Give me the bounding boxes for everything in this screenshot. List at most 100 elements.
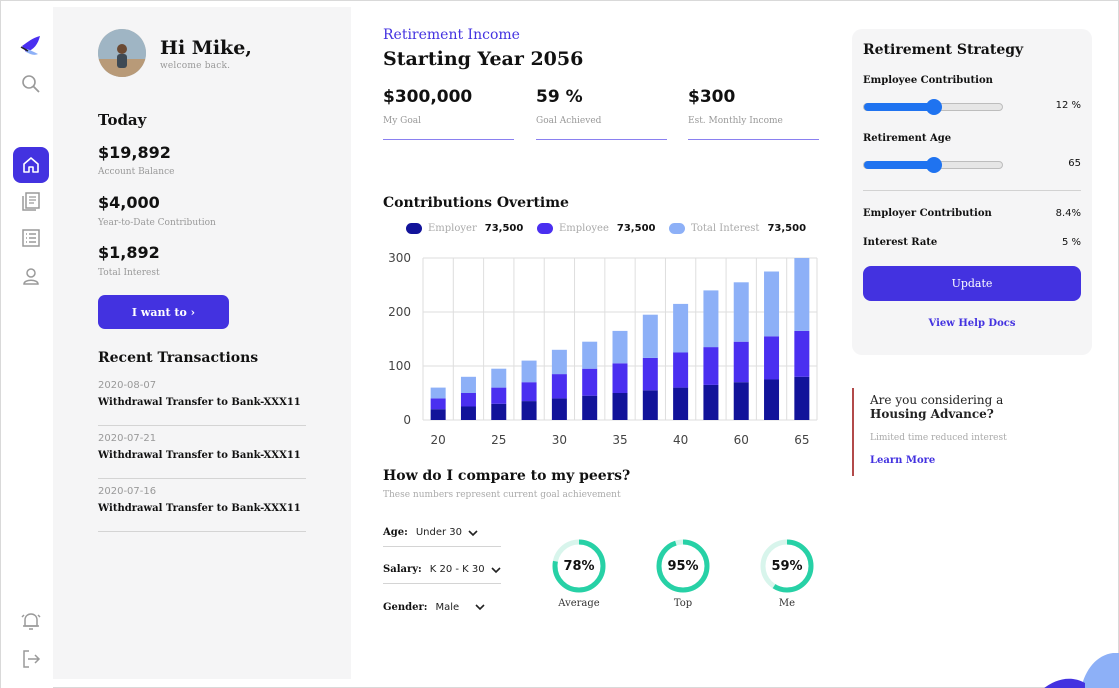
- legend-name: Employer: [428, 223, 477, 234]
- legend-name: Employee: [559, 223, 609, 234]
- gender-filter[interactable]: Gender: Male: [383, 593, 501, 621]
- peer-ring-average: 78%: [551, 538, 607, 594]
- bar-segment-employee[interactable]: [794, 330, 810, 377]
- bar-segment-employer[interactable]: [642, 390, 658, 420]
- bar-segment-employer[interactable]: [460, 406, 476, 421]
- salary-filter-value: K 20 - K 30: [429, 564, 485, 575]
- y-tick-label: 200: [388, 305, 411, 319]
- bar-segment-employee[interactable]: [582, 368, 598, 396]
- bar-segment-total-interest[interactable]: [521, 360, 537, 383]
- employee-contribution-slider[interactable]: [863, 99, 1003, 115]
- slider-handle[interactable]: [926, 157, 942, 173]
- bar-segment-employee[interactable]: [612, 363, 628, 393]
- bar-segment-total-interest[interactable]: [642, 314, 658, 358]
- notification-bell-icon[interactable]: [13, 603, 49, 639]
- learn-more-link[interactable]: Learn More: [870, 455, 935, 466]
- employee-contribution-label: Employee Contribution: [863, 75, 993, 86]
- salary-filter[interactable]: Salary: K 20 - K 30: [383, 556, 501, 584]
- account-balance-value: $19,892: [98, 143, 171, 162]
- bar-segment-employee[interactable]: [491, 387, 507, 404]
- transaction-item[interactable]: 2020-08-07 Withdrawal Transfer to Bank-X…: [98, 380, 306, 426]
- bar-segment-employer[interactable]: [521, 401, 537, 420]
- bar-segment-employee[interactable]: [733, 341, 749, 383]
- goal-metric: $300,000 My Goal: [383, 87, 514, 140]
- transaction-item[interactable]: 2020-07-16 Withdrawal Transfer to Bank-X…: [98, 486, 306, 532]
- goal-label: My Goal: [383, 116, 422, 126]
- bar-segment-total-interest[interactable]: [491, 368, 507, 388]
- logout-icon[interactable]: [13, 641, 49, 677]
- legend-item-employee: Employee 73,500: [537, 223, 655, 234]
- bar-segment-total-interest[interactable]: [582, 341, 598, 369]
- greeting: Hi Mike,: [160, 37, 252, 59]
- update-button[interactable]: Update: [863, 266, 1081, 301]
- transaction-date: 2020-07-16: [98, 486, 157, 497]
- help-docs-link[interactable]: View Help Docs: [852, 318, 1092, 329]
- peer-ring-percent: 59%: [771, 558, 803, 574]
- bar-segment-employee[interactable]: [764, 336, 780, 380]
- bar-segment-employer[interactable]: [794, 376, 810, 420]
- total-interest-value: $1,892: [98, 243, 160, 262]
- contributions-chart: 0 100 200 300 20 25 30 35 40 60 65: [388, 251, 818, 447]
- bar-segment-employee[interactable]: [430, 398, 446, 410]
- legend-item-total-interest: Total Interest 73,500: [669, 223, 806, 234]
- documents-icon[interactable]: [13, 183, 49, 219]
- slider-fill: [864, 103, 934, 111]
- chevron-down-icon: [468, 529, 478, 536]
- peers-heading: How do I compare to my peers?: [383, 468, 631, 484]
- peer-ring-percent: 78%: [563, 558, 595, 574]
- bar-segment-employer[interactable]: [612, 393, 628, 420]
- bar-segment-employee[interactable]: [673, 352, 689, 388]
- bar-segment-employer[interactable]: [491, 403, 507, 420]
- bar-segment-total-interest[interactable]: [764, 271, 780, 337]
- employer-contribution-value: 8.4%: [1055, 208, 1081, 219]
- avatar[interactable]: [98, 29, 146, 77]
- bar-segment-total-interest[interactable]: [673, 303, 689, 353]
- welcome-text: welcome back.: [160, 61, 231, 71]
- bar-segment-total-interest[interactable]: [733, 282, 749, 342]
- bar-segment-employer[interactable]: [551, 398, 567, 420]
- goal-achieved-label: Goal Achieved: [536, 116, 602, 126]
- bar-segment-employer[interactable]: [764, 379, 780, 421]
- icon-rail: [1, 1, 53, 688]
- goal-value: $300,000: [383, 87, 473, 107]
- strategy-title: Retirement Strategy: [863, 42, 1024, 58]
- bar-segment-employer[interactable]: [582, 395, 598, 420]
- goal-achieved-metric: 59 % Goal Achieved: [536, 87, 667, 140]
- bar-segment-employer[interactable]: [733, 382, 749, 420]
- retirement-age-slider[interactable]: [863, 157, 1003, 173]
- peer-ring-label: Top: [673, 598, 693, 609]
- x-tick-label: 65: [794, 433, 809, 447]
- bar-segment-total-interest[interactable]: [612, 330, 628, 364]
- bar-segment-employer[interactable]: [703, 384, 719, 420]
- transaction-date: 2020-07-21: [98, 433, 157, 444]
- employee-contribution-value: 12 %: [1055, 100, 1081, 111]
- i-want-to-button[interactable]: I want to ›: [98, 295, 229, 329]
- bar-segment-employer[interactable]: [673, 387, 689, 420]
- bar-segment-employee[interactable]: [460, 393, 476, 407]
- x-tick-label: 40: [673, 433, 688, 447]
- bar-segment-total-interest[interactable]: [703, 290, 719, 348]
- slider-fill: [864, 161, 934, 169]
- chevron-down-icon: [491, 566, 501, 573]
- transaction-item[interactable]: 2020-07-21 Withdrawal Transfer to Bank-X…: [98, 433, 306, 479]
- bar-segment-total-interest[interactable]: [460, 376, 476, 393]
- user-icon[interactable]: [13, 258, 49, 294]
- bar-segment-employer[interactable]: [430, 409, 446, 420]
- bar-segment-employee[interactable]: [521, 382, 537, 402]
- promo-note: Limited time reduced interest: [870, 433, 1007, 443]
- age-filter[interactable]: Age: Under 30: [383, 519, 501, 547]
- x-tick-label: 30: [552, 433, 567, 447]
- slider-handle[interactable]: [926, 99, 942, 115]
- bar-segment-total-interest[interactable]: [794, 258, 810, 331]
- home-icon[interactable]: [13, 147, 49, 183]
- bar-segment-employee[interactable]: [642, 357, 658, 391]
- decorative-shape: [1044, 653, 1119, 688]
- salary-filter-label: Salary:: [383, 564, 422, 575]
- bar-segment-employee[interactable]: [703, 347, 719, 385]
- search-icon[interactable]: [13, 66, 49, 102]
- list-icon[interactable]: [13, 220, 49, 256]
- bar-segment-employee[interactable]: [551, 374, 567, 399]
- bar-segment-total-interest[interactable]: [551, 349, 567, 375]
- age-filter-value: Under 30: [415, 527, 462, 538]
- bar-segment-total-interest[interactable]: [430, 387, 446, 399]
